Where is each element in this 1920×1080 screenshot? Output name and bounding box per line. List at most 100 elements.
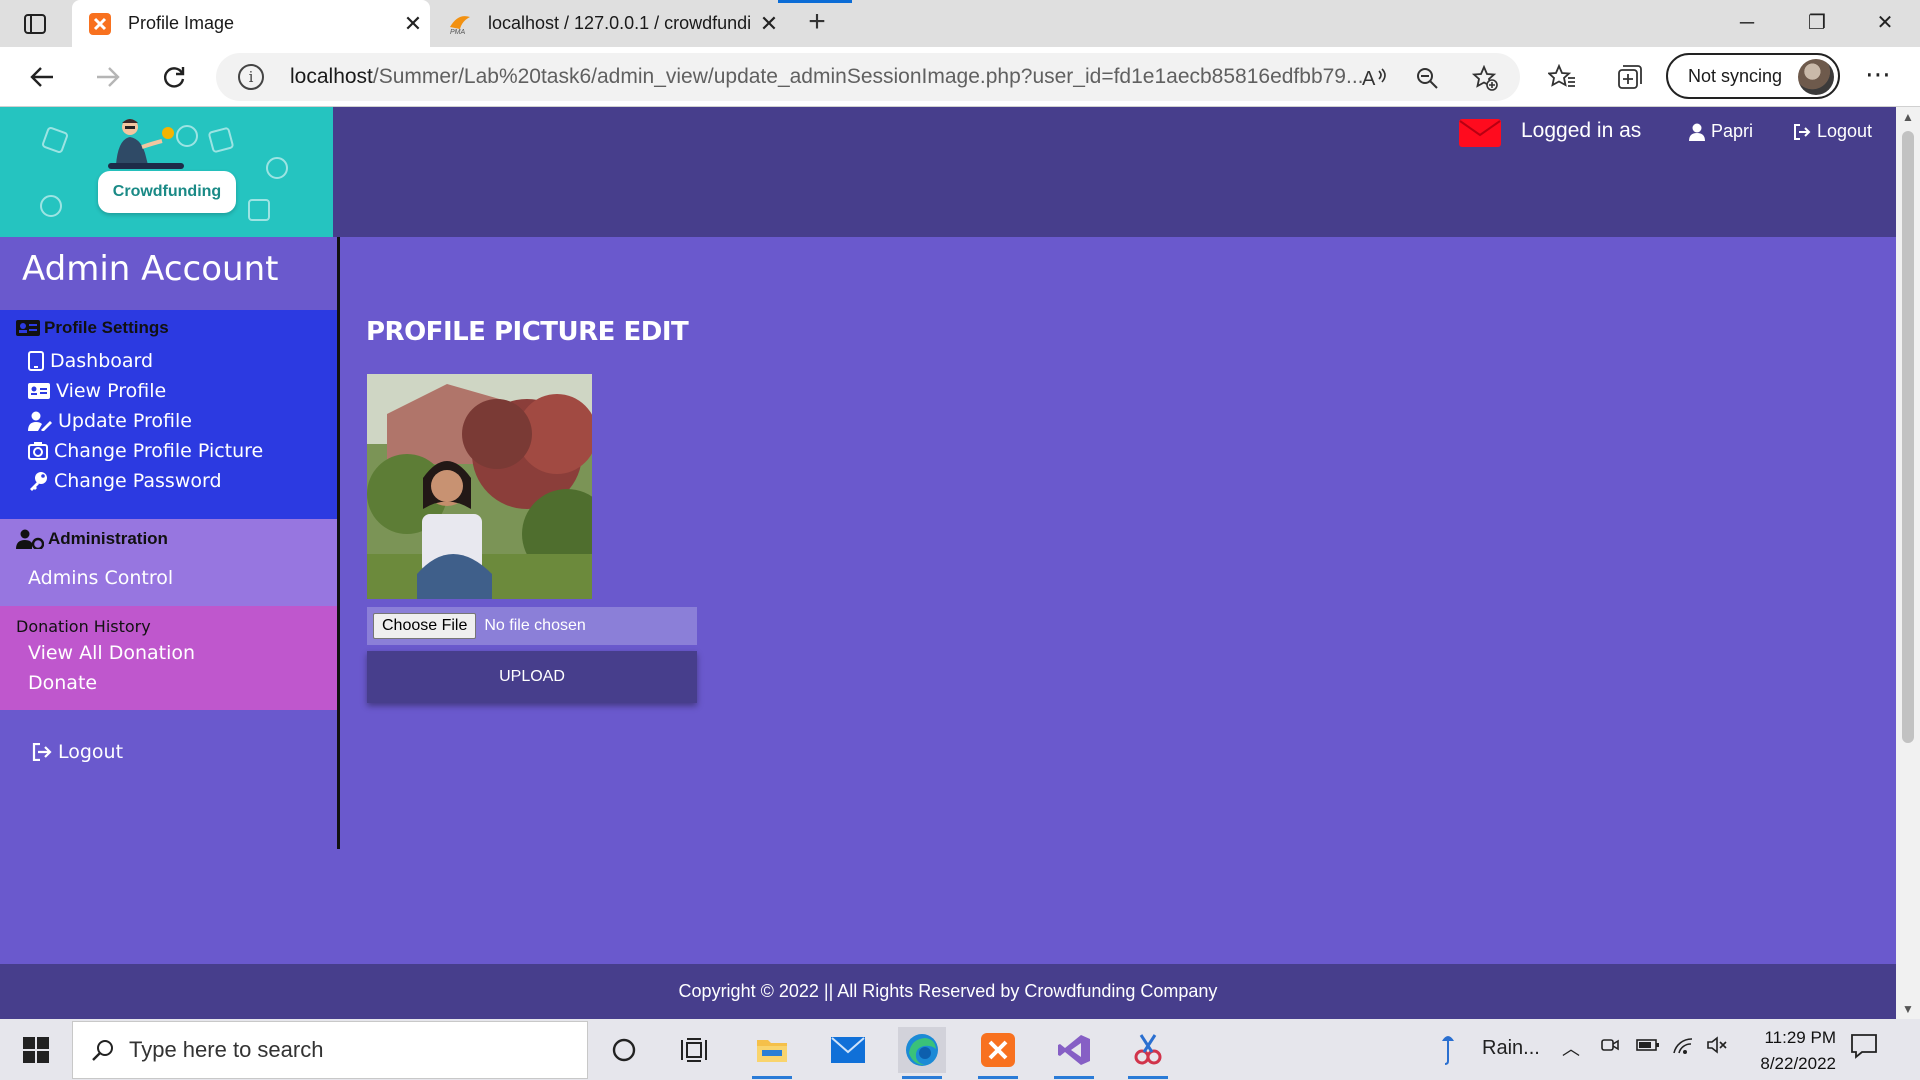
scrollbar-thumb[interactable]: [1902, 131, 1914, 743]
clock-date: 8/22/2022: [1760, 1054, 1836, 1073]
sync-label: Not syncing: [1688, 65, 1783, 86]
windows-start-icon[interactable]: [14, 1033, 58, 1067]
file-input[interactable]: Choose File No file chosen: [367, 607, 697, 645]
url-text[interactable]: localhost/Summer/Lab%20task6/admin_view/…: [290, 65, 1364, 89]
sidebar-item-donate[interactable]: Donate: [28, 672, 97, 694]
tab-profile-image[interactable]: Profile Image ✕: [72, 0, 430, 47]
gear-decoration-icon: [40, 125, 70, 155]
new-tab-button[interactable]: +: [800, 6, 834, 40]
coin-decoration-icon: [266, 157, 288, 179]
site-info-icon[interactable]: i: [238, 64, 264, 90]
xampp-app-icon[interactable]: [974, 1027, 1022, 1079]
sidebar-item-view-all-donation[interactable]: View All Donation: [28, 642, 195, 664]
donation-history-heading: Donation History: [16, 617, 151, 636]
tab-phpmyadmin[interactable]: PMA localhost / 127.0.0.1 / crowdfunding…: [432, 0, 786, 47]
profile-avatar: [1798, 59, 1834, 95]
close-tab-icon[interactable]: ✕: [752, 11, 786, 37]
forward-icon: [88, 57, 128, 97]
scroll-down-icon[interactable]: ▼: [1902, 1003, 1914, 1015]
more-options-icon[interactable]: ⋯: [1860, 59, 1896, 95]
notifications-icon[interactable]: [1850, 1033, 1886, 1065]
search-placeholder: Type here to search: [129, 1037, 324, 1062]
snipping-tool-icon[interactable]: [1124, 1027, 1172, 1079]
weather-icon[interactable]: [1440, 1031, 1456, 1070]
sidebar-item-dashboard[interactable]: Dashboard: [28, 350, 153, 372]
page-viewport: Crowdfunding Logged in as Papri Logout A…: [0, 107, 1896, 1019]
user-cog-icon: [16, 529, 44, 549]
url-host: localhost: [290, 65, 373, 88]
user-icon: [1689, 123, 1705, 141]
collections-icon[interactable]: [1612, 59, 1648, 95]
choose-file-button[interactable]: Choose File: [373, 613, 477, 639]
close-window-icon[interactable]: ✕: [1862, 8, 1908, 38]
administration-group: Administration Admins Control: [0, 519, 337, 606]
username-link[interactable]: Papri: [1689, 121, 1753, 142]
upload-button[interactable]: UPLOAD: [367, 651, 697, 703]
username: Papri: [1711, 121, 1754, 141]
file-status: No file chosen: [484, 617, 586, 634]
tab-title: Profile Image: [128, 13, 235, 33]
address-bar[interactable]: i localhost/Summer/Lab%20task6/admin_vie…: [216, 53, 1520, 101]
camera-icon: [28, 442, 48, 460]
person-illustration-icon: [108, 119, 184, 169]
zoom-icon[interactable]: [1412, 63, 1442, 93]
donation-history-group: Donation History View All Donation Donat…: [0, 606, 337, 710]
mail-app-icon[interactable]: [824, 1027, 872, 1073]
favorites-icon[interactable]: [1544, 59, 1580, 95]
svg-text:A: A: [1362, 68, 1376, 89]
page-scrollbar[interactable]: ▲ ▼: [1896, 107, 1920, 1019]
tab-actions-icon[interactable]: [16, 10, 54, 38]
file-explorer-icon[interactable]: [748, 1027, 796, 1079]
url-path: /Summer/Lab%20task6/admin_view/update_ad…: [372, 65, 1364, 88]
meet-now-icon[interactable]: [1600, 1035, 1620, 1060]
refresh-icon[interactable]: [154, 57, 194, 97]
profile-settings-group: Profile Settings Dashboard View Profile …: [0, 310, 337, 519]
box-decoration-icon: [248, 199, 270, 221]
close-tab-icon[interactable]: ✕: [396, 11, 430, 37]
svg-text:PMA: PMA: [450, 29, 466, 35]
edge-browser-icon[interactable]: [898, 1027, 946, 1079]
logged-in-label: Logged in as: [1521, 119, 1642, 142]
admin-sidebar: Admin Account Profile Settings Dashboard…: [0, 237, 340, 849]
sidebar-item-view-profile[interactable]: View Profile: [28, 380, 166, 402]
cortana-icon[interactable]: [600, 1027, 648, 1073]
xampp-icon: [88, 12, 112, 36]
tablet-icon: [28, 351, 44, 371]
sidebar-item-update-profile[interactable]: Update Profile: [28, 410, 192, 432]
windows-taskbar: Type here to search Rain... ︿ 11:29 PM 8…: [0, 1019, 1920, 1080]
sidebar-item-change-password[interactable]: Change Password: [28, 470, 222, 492]
user-edit-icon: [28, 411, 52, 431]
show-hidden-icons-icon[interactable]: ︿: [1562, 1035, 1580, 1061]
sidebar-title: Admin Account: [22, 249, 279, 289]
add-favorite-icon[interactable]: [1470, 63, 1500, 93]
site-logo[interactable]: Crowdfunding: [0, 107, 333, 237]
back-icon[interactable]: [22, 57, 62, 97]
mail-icon[interactable]: [1459, 119, 1501, 147]
system-clock[interactable]: 11:29 PM 8/22/2022: [1740, 1025, 1836, 1077]
id-card-icon: [28, 383, 50, 399]
profile-picture: [367, 374, 592, 599]
task-view-icon[interactable]: [672, 1027, 720, 1073]
header-logout-link[interactable]: Logout: [1793, 121, 1872, 142]
tab-loading-indicator: [778, 0, 852, 3]
weather-label[interactable]: Rain...: [1482, 1037, 1540, 1060]
id-card-icon: [16, 320, 40, 336]
sidebar-logout-link[interactable]: Logout: [32, 741, 123, 763]
read-aloud-icon[interactable]: A: [1360, 63, 1390, 93]
key-icon: [30, 472, 47, 491]
volume-muted-icon[interactable]: [1706, 1035, 1728, 1060]
profile-sync-button[interactable]: Not syncing: [1666, 53, 1840, 99]
wifi-icon[interactable]: [1672, 1035, 1694, 1060]
restore-icon[interactable]: ❐: [1794, 8, 1840, 38]
battery-icon[interactable]: [1636, 1035, 1660, 1060]
tab-title: localhost / 127.0.0.1 / crowdfunding: [488, 13, 752, 33]
clock-time: 11:29 PM: [1764, 1028, 1836, 1047]
phpmyadmin-icon: PMA: [448, 12, 472, 36]
sidebar-item-change-profile-picture[interactable]: Change Profile Picture: [28, 440, 263, 462]
taskbar-search-input[interactable]: Type here to search: [72, 1021, 588, 1079]
minimize-icon[interactable]: ─: [1724, 8, 1770, 38]
scroll-up-icon[interactable]: ▲: [1902, 111, 1914, 123]
gear-decoration-icon: [207, 126, 235, 154]
visual-studio-icon[interactable]: [1050, 1027, 1098, 1079]
sidebar-item-admins-control[interactable]: Admins Control: [28, 567, 173, 589]
